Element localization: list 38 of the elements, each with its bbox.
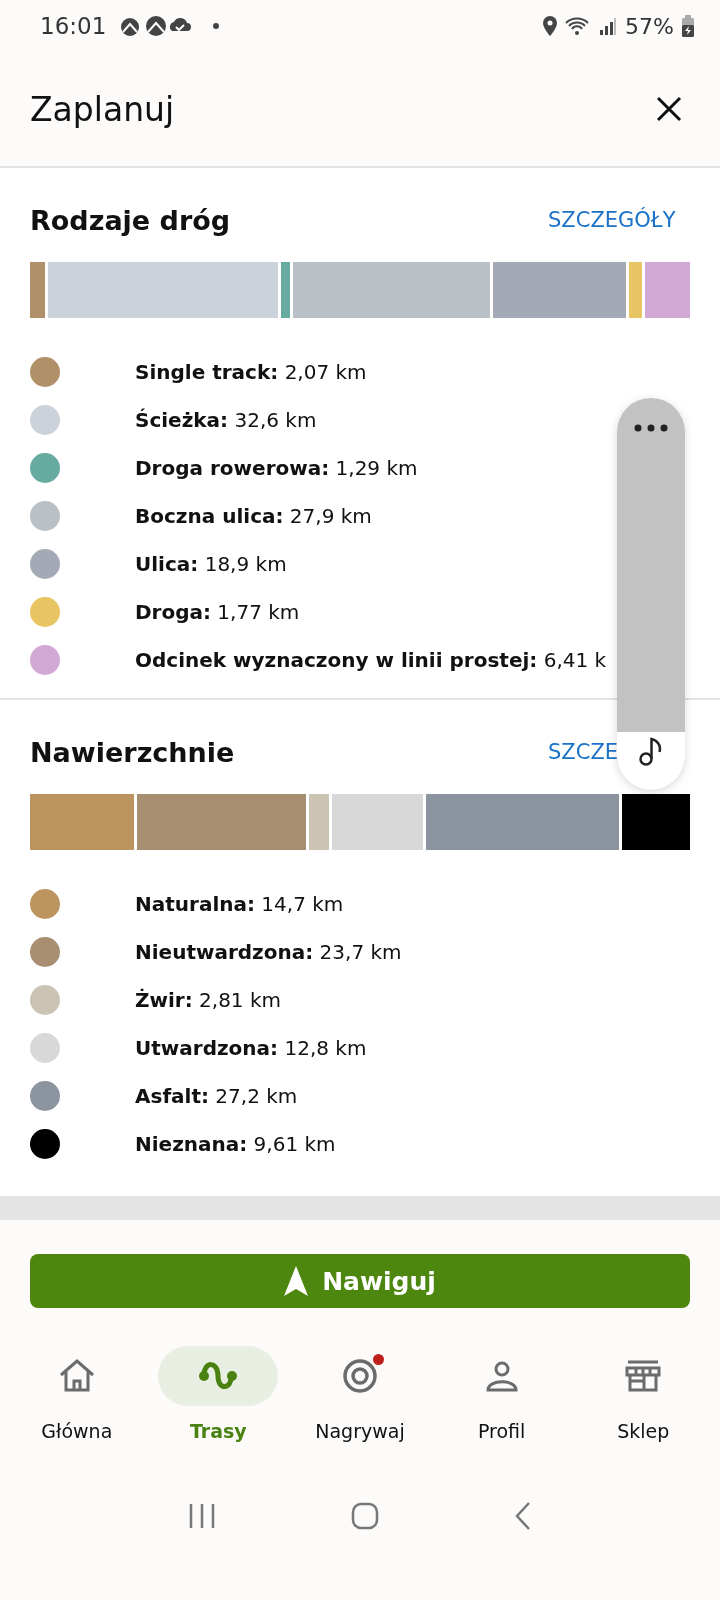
legend-text: Asfalt: 27,2 km	[135, 1084, 298, 1108]
navigation-arrow-icon	[284, 1266, 309, 1296]
nav-tab[interactable]: Nagrywaj	[289, 1346, 431, 1476]
legend-text: Nieznana: 9,61 km	[135, 1132, 336, 1156]
home-icon	[58, 1359, 95, 1393]
legend-text: Nieutwardzona: 23,7 km	[135, 940, 402, 964]
legend-text: Utwardzona: 12,8 km	[135, 1036, 367, 1060]
legend-text: Single track: 2,07 km	[135, 360, 367, 384]
nav-tab[interactable]: Główna	[6, 1346, 148, 1476]
battery-icon	[682, 15, 694, 37]
more-icon[interactable]	[634, 424, 668, 432]
nav-tab[interactable]: Sklep	[572, 1346, 714, 1476]
nav-tab[interactable]: Profil	[430, 1346, 573, 1476]
details-link[interactable]: SZCZEGÓŁY	[548, 208, 676, 232]
section-title: Rodzaje dróg	[30, 204, 231, 236]
location-icon	[543, 16, 558, 36]
legend-text: Droga: 1,77 km	[135, 600, 300, 624]
legend-text: Żwir: 2,81 km	[135, 988, 281, 1012]
music-note-icon[interactable]	[638, 736, 664, 766]
page-title: Zaplanuj	[30, 89, 175, 129]
home-button-icon[interactable]	[350, 1501, 380, 1531]
nav-tab[interactable]: Trasy	[147, 1346, 290, 1476]
status-time: 16:01	[40, 13, 107, 39]
legend-text: Ścieżka: 32,6 km	[135, 408, 317, 432]
navigate-button[interactable]: Nawiguj	[30, 1254, 690, 1308]
section-title: Nawierzchnie	[30, 736, 235, 768]
battery-percentage: 57%	[625, 13, 674, 39]
store-icon	[625, 1359, 662, 1393]
signal-icon	[599, 16, 618, 36]
legend-text: Boczna ulica: 27,9 km	[135, 504, 372, 528]
legend-text: Naturalna: 14,7 km	[135, 892, 344, 916]
legend-text: Odcinek wyznaczony w linii prostej: 6,41 k	[135, 648, 607, 672]
close-icon[interactable]	[656, 96, 682, 122]
legend-text: Droga rowerowa: 1,29 km	[135, 456, 418, 480]
legend-text: Ulica: 18,9 km	[135, 552, 287, 576]
record-icon	[342, 1358, 378, 1394]
person-icon	[484, 1359, 519, 1393]
details-link[interactable]: SZCZE	[548, 740, 619, 764]
